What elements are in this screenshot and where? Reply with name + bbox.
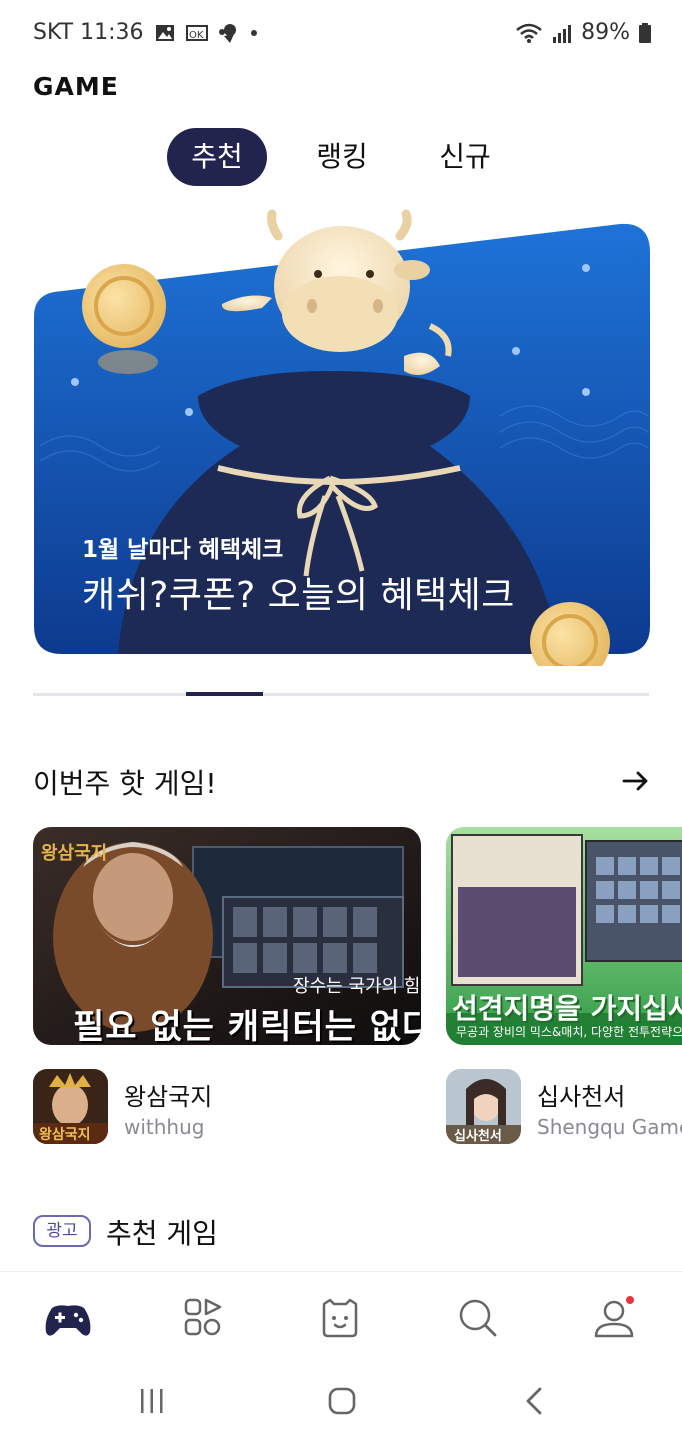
arrow-right-icon[interactable] (620, 765, 652, 797)
status-bar: SKT 11:36 OK 89% (0, 0, 682, 66)
game-card-sipsacheonseo[interactable]: 선견지명을 가지십사 무공과 장비의 믹스&매치, 다양한 전투전략으로 승리를 (446, 827, 682, 1045)
status-right: 89% (515, 20, 652, 45)
game-controller-icon[interactable] (42, 1294, 94, 1342)
svg-text:왕삼국지: 왕삼국지 (39, 1127, 91, 1143)
bottom-nav (0, 1271, 682, 1361)
notification-dot (626, 1296, 634, 1304)
hot-games-title: 이번주 핫 게임! (33, 767, 217, 800)
game-icon: 왕삼국지 (33, 1069, 108, 1144)
game-icon: 십사천서 (446, 1069, 521, 1144)
game-developer: withhug (124, 1115, 205, 1139)
recent-apps-icon[interactable] (132, 1381, 172, 1421)
page-title: GAME (33, 72, 119, 101)
banner-pager (33, 692, 649, 696)
game-card-wangsamgukji[interactable]: 왕삼국지 장수는 국가의 힘 필요 없는 캐릭터는 없다 (33, 827, 421, 1045)
svg-text:십사천서: 십사천서 (454, 1128, 502, 1144)
banner-title: 캐쉬?쿠폰? 오늘의 혜택체크 (82, 575, 515, 616)
image-icon (155, 24, 174, 41)
profile-icon[interactable] (588, 1294, 640, 1342)
apps-icon[interactable] (178, 1294, 230, 1342)
tab-recommended[interactable]: 추천 (167, 128, 267, 186)
game-developer: Shengqu Games (537, 1115, 682, 1139)
card-tagline: 장수는 국가의 힘 (293, 976, 421, 997)
svg-text:왕삼국지: 왕삼국지 (41, 843, 107, 864)
search-icon[interactable] (452, 1294, 504, 1342)
character-icon[interactable] (314, 1294, 366, 1342)
tab-bar: 추천 랭킹 신규 (0, 128, 682, 186)
dot-icon (250, 29, 257, 36)
game-info-sipsacheonseo[interactable]: 십사천서 십사천서 Shengqu Games (446, 1069, 682, 1147)
pager-active-indicator (186, 692, 263, 696)
pet-icon (218, 23, 236, 43)
status-left: SKT 11:36 OK (33, 20, 258, 45)
wifi-icon (516, 23, 542, 43)
tab-ranking[interactable]: 랭킹 (292, 128, 392, 186)
home-icon[interactable] (322, 1381, 362, 1421)
banner-subtitle: 1월 날마다 혜택체크 (82, 537, 284, 563)
recommended-games-title: 추천 게임 (106, 1217, 218, 1250)
ad-badge: 광고 (33, 1215, 91, 1247)
promo-banner[interactable]: 1월 날마다 혜택체크 캐쉬?쿠폰? 오늘의 혜택체크 (0, 196, 682, 666)
carrier-time: SKT 11:36 (33, 20, 144, 45)
game-name: 십사천서 (537, 1083, 626, 1111)
card-slogan: 선견지명을 가지십사 (452, 992, 682, 1025)
svg-text:OK: OK (189, 30, 204, 41)
card-description: 무공과 장비의 믹스&매치, 다양한 전투전략으로 승리를 (456, 1025, 682, 1039)
battery-level: 89% (581, 20, 630, 45)
game-info-wangsamgukji[interactable]: 왕삼국지 왕삼국지 withhug (33, 1069, 413, 1147)
system-nav-bar (0, 1361, 682, 1440)
back-icon[interactable] (515, 1381, 555, 1421)
battery-icon (639, 22, 651, 43)
card-slogan: 필요 없는 캐릭터는 없다 (73, 1007, 421, 1045)
tab-new[interactable]: 신규 (415, 128, 515, 186)
ok-icon: OK (185, 24, 208, 41)
signal-icon (553, 24, 572, 43)
game-name: 왕삼국지 (124, 1083, 213, 1111)
